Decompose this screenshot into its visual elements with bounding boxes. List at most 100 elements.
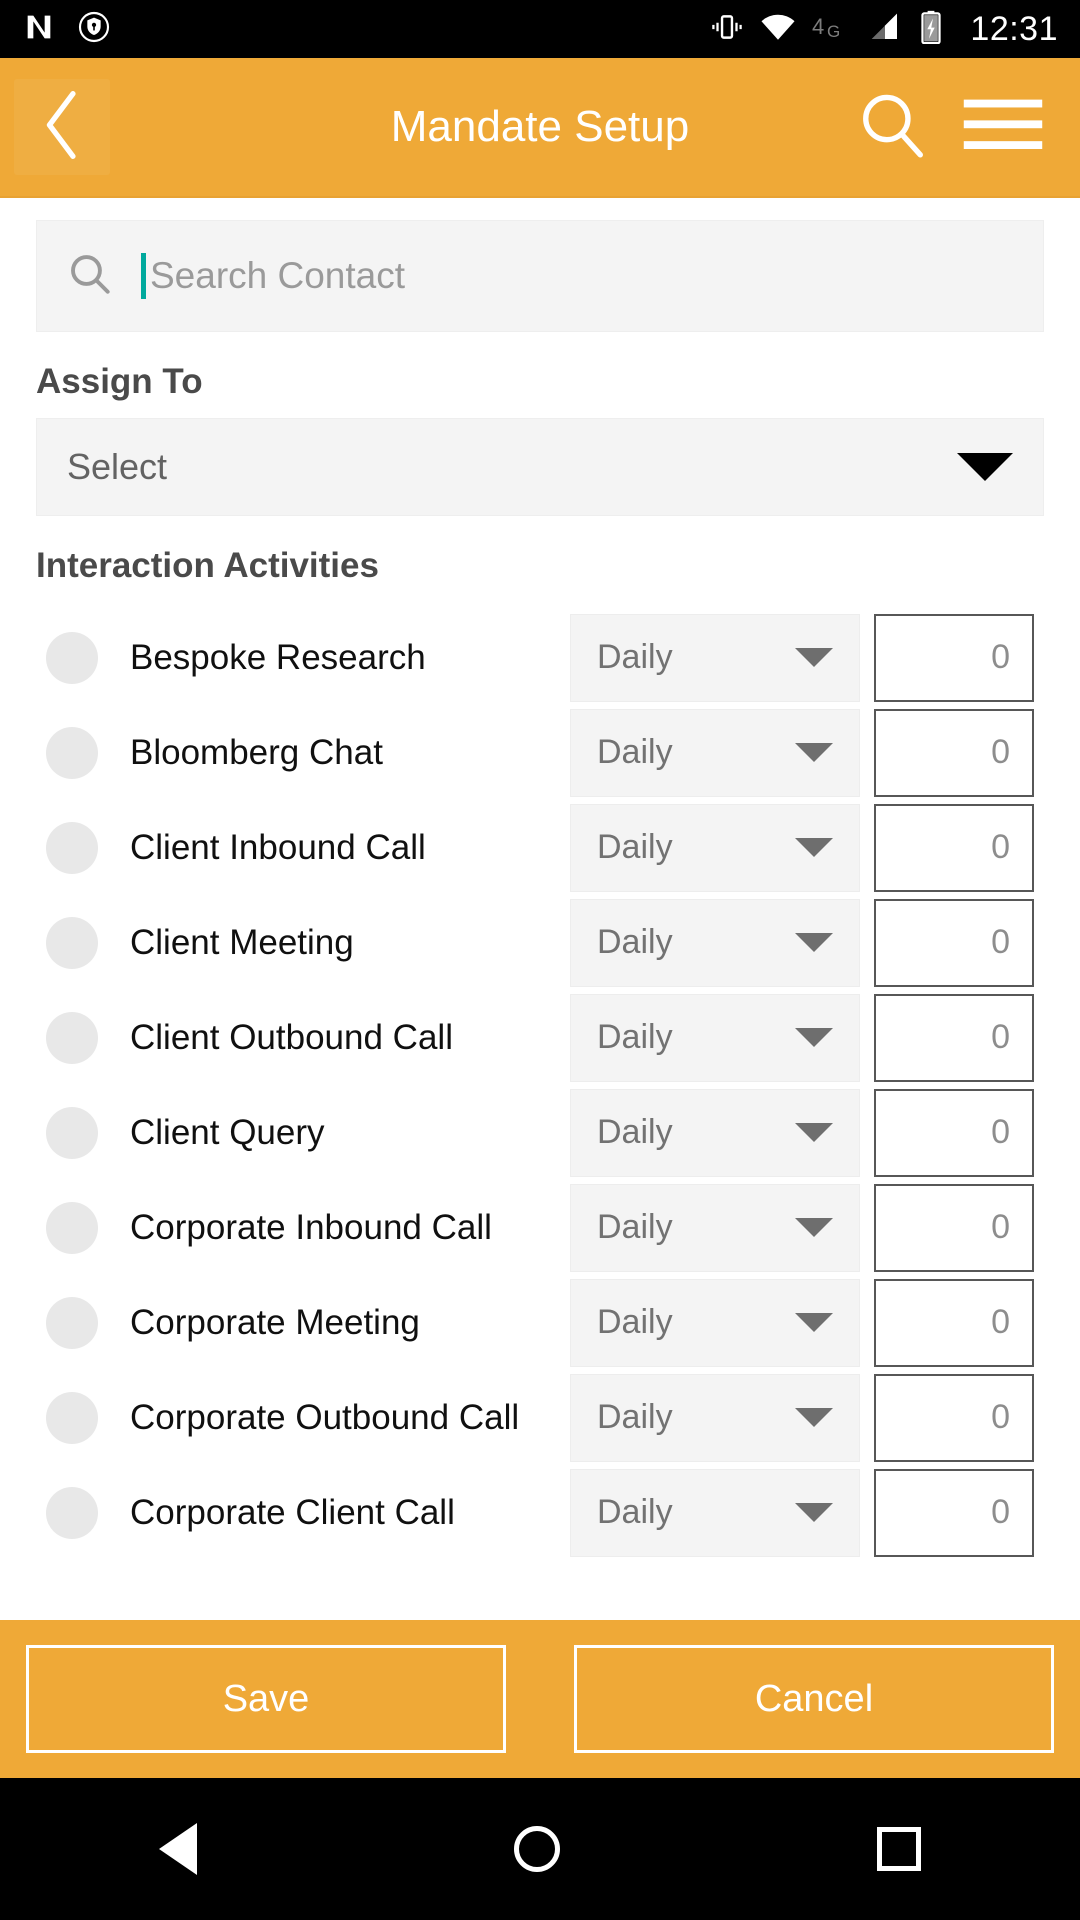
hamburger-menu-icon[interactable] [962,95,1044,160]
activity-toggle[interactable] [46,821,98,874]
chevron-down-icon [957,453,1013,481]
search-section: Search Contact [0,198,1080,332]
search-placeholder: Search Contact [150,255,406,296]
chevron-down-icon [795,1503,833,1522]
activity-label: Corporate Meeting [130,1302,420,1342]
frequency-select[interactable]: Daily [570,1088,860,1177]
table-row: Corporate Outbound Call Daily 0 [0,1370,1080,1465]
cancel-button[interactable]: Cancel [574,1645,1054,1753]
frequency-select[interactable]: Daily [570,613,860,702]
battery-charging-icon [918,10,944,49]
activity-count-input[interactable]: 0 [874,898,1034,987]
activity-toggle[interactable] [46,631,98,684]
status-bar-right: 4 G 12:31 [710,10,1058,49]
activity-toggle[interactable] [46,1201,98,1254]
activity-label: Corporate Inbound Call [130,1207,492,1247]
activity-label: Bloomberg Chat [130,732,383,772]
activity-count-input[interactable]: 0 [874,1183,1034,1272]
activity-count-value: 0 [991,828,1010,866]
table-row: Corporate Client Call Daily 0 [0,1465,1080,1560]
app-bar-actions [856,89,1044,166]
main-content: Search Contact Assign To Select Interact… [0,198,1080,1620]
frequency-value: Daily [597,923,673,961]
chevron-down-icon [795,1313,833,1332]
android-n-logo-icon [22,10,56,49]
frequency-value: Daily [597,1493,673,1531]
android-nav-bar [0,1778,1080,1920]
nav-home-circle-icon[interactable] [513,1826,560,1872]
activity-count-input[interactable]: 0 [874,993,1034,1082]
activity-count-value: 0 [991,1493,1010,1531]
activity-label: Client Meeting [130,922,354,962]
activity-count-value: 0 [991,1398,1010,1436]
nav-recents-square-icon[interactable] [877,1827,922,1871]
frequency-value: Daily [597,1303,673,1341]
table-row: Corporate Meeting Daily 0 [0,1275,1080,1370]
frequency-value: Daily [597,638,673,676]
activity-count-input[interactable]: 0 [874,803,1034,892]
assign-to-label: Assign To [36,362,203,401]
table-row: Bloomberg Chat Daily 0 [0,705,1080,800]
frequency-select[interactable]: Daily [570,708,860,797]
interaction-activities-label: Interaction Activities [36,546,379,585]
frequency-select[interactable]: Daily [570,993,860,1082]
vpn-key-shield-icon [78,11,110,48]
activity-toggle[interactable] [46,726,98,779]
frequency-select[interactable]: Daily [570,1183,860,1272]
search-icon[interactable] [856,89,928,166]
activity-count-input[interactable]: 0 [874,1373,1034,1462]
status-bar-clock: 12:31 [970,9,1058,48]
chevron-down-icon [795,1123,833,1142]
activity-label: Client Outbound Call [130,1017,453,1057]
activity-count-value: 0 [991,1018,1010,1056]
search-icon [67,251,113,302]
table-row: Client Inbound Call Daily 0 [0,800,1080,895]
svg-text:4: 4 [812,14,824,39]
save-button[interactable]: Save [26,1645,506,1753]
signal-bars-icon [868,11,902,48]
action-bar: Save Cancel [0,1620,1080,1778]
activity-toggle[interactable] [46,1296,98,1349]
svg-text:G: G [827,22,840,41]
status-bar: 4 G 12:31 [0,0,1080,58]
network-4g-icon: 4 G [812,12,852,47]
assign-to-select[interactable]: Select [36,418,1044,516]
activity-label: Client Query [130,1112,325,1152]
activity-toggle[interactable] [46,1391,98,1444]
activity-label: Corporate Client Call [130,1492,455,1532]
back-chevron-icon [34,89,90,166]
vibrate-icon [710,10,744,49]
activity-count-input[interactable]: 0 [874,708,1034,797]
frequency-select[interactable]: Daily [570,803,860,892]
frequency-select[interactable]: Daily [570,1278,860,1367]
text-cursor [141,253,146,299]
frequency-select[interactable]: Daily [570,1468,860,1557]
assign-to-value: Select [67,446,168,487]
activity-count-value: 0 [991,638,1010,676]
activity-count-input[interactable]: 0 [874,613,1034,702]
activity-count-value: 0 [991,1113,1010,1151]
activity-toggle[interactable] [46,1106,98,1159]
activity-toggle[interactable] [46,916,98,969]
frequency-select[interactable]: Daily [570,1373,860,1462]
back-button[interactable] [14,79,110,175]
activity-count-input[interactable]: 0 [874,1088,1034,1177]
table-row: Client Query Daily 0 [0,1085,1080,1180]
activity-count-input[interactable]: 0 [874,1468,1034,1557]
frequency-value: Daily [597,828,673,866]
nav-back-triangle-icon[interactable] [158,1823,197,1875]
frequency-select[interactable]: Daily [570,898,860,987]
activity-label: Corporate Outbound Call [130,1397,520,1437]
activity-toggle[interactable] [46,1486,98,1539]
chevron-down-icon [795,933,833,952]
search-contact-field[interactable]: Search Contact [36,220,1044,332]
frequency-value: Daily [597,1113,673,1151]
activity-count-input[interactable]: 0 [874,1278,1034,1367]
frequency-value: Daily [597,1018,673,1056]
table-row: Client Outbound Call Daily 0 [0,990,1080,1085]
activity-count-value: 0 [991,1303,1010,1341]
chevron-down-icon [795,743,833,762]
chevron-down-icon [795,1028,833,1047]
app-bar: Mandate Setup [0,58,1080,198]
activity-toggle[interactable] [46,1011,98,1064]
